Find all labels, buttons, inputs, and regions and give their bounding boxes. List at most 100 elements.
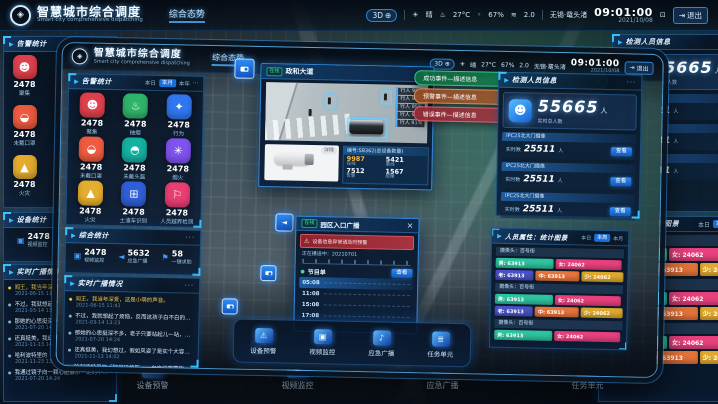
speaker-stat-icon: ◄ <box>118 252 124 261</box>
alarm-tile-smoke-fire[interactable]: ✳2478烟火 <box>156 138 200 183</box>
view-button[interactable]: 查看 <box>610 177 631 186</box>
people-icon: ☻ <box>508 98 531 121</box>
panel-arrow-icon: ▶ <box>9 269 14 276</box>
log-item[interactable]: ●阎王，我当年深爱，这是小萌的声音。2021-06-15 11:41 <box>69 294 195 311</box>
camera-count-card: IPC25北大门摄像 实时数25511人查看 <box>501 162 635 191</box>
wind-value: 2.0 <box>524 11 535 19</box>
broadcast-timeline[interactable] <box>303 259 411 266</box>
bg-device-title: 设备统计 <box>17 215 47 225</box>
more-icon[interactable]: ··· <box>193 81 198 87</box>
bar-female: 女: 24062 <box>669 292 718 305</box>
tab-week[interactable]: 本周 <box>713 220 718 228</box>
toast-text: 预警事件—描述信息 <box>423 91 477 101</box>
bar-female: 女: 24062 <box>555 295 621 306</box>
wind-icon: ≋ <box>511 11 517 19</box>
smart-city-dashboard: ◈ 智慧城市综合调度 Smart city comprehensive disp… <box>0 0 718 404</box>
more-icon[interactable]: ··· <box>185 234 195 242</box>
alarm-tile-gather[interactable]: ☻2478聚集 <box>70 92 114 137</box>
online-badge: 在线 <box>301 219 317 228</box>
camera-popup-titlebar[interactable]: 在线 政和大道 × <box>261 64 433 82</box>
temp-icon: ♨ <box>440 11 446 19</box>
alarm-tile-behavior[interactable]: ✦2478行为 <box>157 94 201 139</box>
alarm-tile-boundary[interactable]: ⚐2478人员越界检测 <box>155 182 199 227</box>
view-button[interactable]: 查看 <box>610 207 631 216</box>
bg-alarm-tile-fire[interactable]: ▲ 2478 火灾 <box>6 155 43 205</box>
tab-month[interactable]: 本月 <box>613 235 623 242</box>
tab-today[interactable]: 本日 <box>145 79 156 87</box>
bar-young: 少: 24062 <box>700 263 718 276</box>
exit-icon: ⇥ <box>629 64 634 71</box>
broadcast-log-panel: ▶ 实时广播情况 ··· ●阎王，我当年深爱，这是小萌的声音。2021-06-1… <box>63 275 201 368</box>
tile-value: 2478 <box>13 180 35 189</box>
app-logo-icon: ◈ <box>72 48 88 64</box>
dock-device-alert[interactable]: ⚠设备预警 <box>250 327 277 355</box>
device-alert-banner: ⚠ 设备信息异常请及时预警 <box>300 234 414 250</box>
total-people-count: 55665 <box>538 97 599 117</box>
fire-icon: ▲ <box>13 155 37 179</box>
broadcast-popup: 在线 园区入口广播 × ⚠ 设备信息异常请及时预警 正在播送中：20210701… <box>293 216 419 334</box>
bar-female: 女: 24062 <box>554 331 620 342</box>
log-item[interactable]: ●不过，我就想起了烦恼，反而这孩子白不白的问题？2021-03-14 13:23 <box>68 311 194 328</box>
bar-female: 女: 24062 <box>556 259 622 270</box>
map-marker-camera[interactable] <box>260 265 276 281</box>
tab-today[interactable]: 本日 <box>698 220 710 229</box>
tile-value: 2478 <box>13 130 35 139</box>
background-header: ◈ 智慧城市综合调度 Smart city comprehensive disp… <box>0 0 718 31</box>
camera-detail-button[interactable]: 详情 <box>321 147 337 154</box>
bg-alarm-tile-gather[interactable]: ☻ 2478 聚集 <box>6 55 43 105</box>
alarm-tile-nohelmet[interactable]: ◓2478未戴头盔 <box>113 137 157 182</box>
camera-popup: 在线 政和大道 × 行人 98% 行人 97% 行人 95% 行人 93% <box>258 63 434 190</box>
dock-video[interactable]: ▣视频监控 <box>309 329 336 357</box>
fullscreen-icon[interactable]: ⊡ <box>660 11 666 19</box>
log-item[interactable]: ●那她的心思挺深不多，老子只要站起儿一站，王霸之气纵…2021-07-20 14… <box>68 328 194 345</box>
exit-label: 退出 <box>687 10 702 21</box>
stat-sos: ⚑58一键求助 <box>161 250 191 266</box>
tab-overview[interactable]: 综合态势 <box>169 7 205 23</box>
panel-arrow-icon: ▶ <box>9 41 14 48</box>
alert-text: 设备信息异常请及时预警 <box>312 238 367 246</box>
gather-icon: ☻ <box>13 55 37 79</box>
dock-task[interactable]: ≣任务单元 <box>427 331 454 359</box>
fire-icon: ▲ <box>78 180 103 205</box>
camera-stat-icon: ▣ <box>17 236 25 245</box>
exit-button[interactable]: ⇥ 退出 <box>624 61 653 75</box>
close-icon[interactable]: × <box>407 221 414 229</box>
alarm-tile-fire[interactable]: ▲2478火灾 <box>68 180 112 225</box>
toast-text: 成功事件—描述信息 <box>423 73 477 83</box>
map-marker-speaker[interactable]: ◄ <box>275 213 293 231</box>
more-icon[interactable]: ··· <box>627 78 637 86</box>
tab-today[interactable]: 本日 <box>581 234 591 241</box>
bg-alarm-tile-nomask[interactable]: ◒ 2478 未戴口罩 <box>6 105 43 155</box>
log-item[interactable]: ●还真挺美，我幻想过，假如风姿了是实个大容量键盘…2021-11-13 14:0… <box>68 345 194 362</box>
location-label: 无锡·鼋头渚 <box>550 10 587 20</box>
view-playlist-button[interactable]: 查看 <box>391 269 412 278</box>
tab-week[interactable]: 本周 <box>594 234 610 242</box>
people-total-card: ☻ 55665人 实时总人数 <box>502 92 637 131</box>
alarm-tile-nomask[interactable]: ◒2478未戴口罩 <box>69 136 113 181</box>
view-button[interactable]: 查看 <box>611 147 632 156</box>
broadcast-schedule: 05:08 11:08 15:08 17:08 <box>298 277 413 323</box>
camera-video-feed[interactable]: 行人 98% 行人 97% 行人 95% 行人 93% 行人 91% <box>265 82 428 143</box>
more-icon[interactable]: ··· <box>184 282 194 290</box>
mode-3d-toggle[interactable]: 3D ⊕ <box>366 9 397 22</box>
tab-month[interactable]: 本月 <box>159 79 176 87</box>
bar-young: 少: 24062 <box>700 307 718 320</box>
exit-button[interactable]: ⇥ 退出 <box>673 7 708 24</box>
alarm-tile-smoking[interactable]: ♨2478抽烟 <box>113 93 157 138</box>
alarm-stats-panel: ▶ 告警统计 本日 本月 本年 ··· ☻2478聚集 ♨2478抽烟 ✦247… <box>65 73 204 228</box>
bar-male: 男: 63913 <box>494 330 552 341</box>
bar-old: 老: 63913 <box>495 270 534 281</box>
dock-broadcast[interactable]: ♪应急广播 <box>368 330 395 358</box>
map-marker-camera[interactable] <box>234 58 254 78</box>
alarm-tile-truck[interactable]: ⊞2478土渣车识别 <box>112 181 156 226</box>
humidity-icon: ◦ <box>477 11 481 19</box>
log-title: 实时广播情况 <box>78 278 123 289</box>
tab-year[interactable]: 本年 <box>179 79 190 87</box>
bullet-camera-image <box>275 153 311 165</box>
detection-box <box>325 94 336 108</box>
gather-icon: ☻ <box>80 92 105 117</box>
bar-middle: 中: 63913 <box>535 307 579 318</box>
broadcast-popup-titlebar[interactable]: 在线 园区入口广播 × <box>296 217 418 233</box>
globe-icon: ⊕ <box>385 11 391 20</box>
map-marker-camera[interactable] <box>222 298 238 314</box>
